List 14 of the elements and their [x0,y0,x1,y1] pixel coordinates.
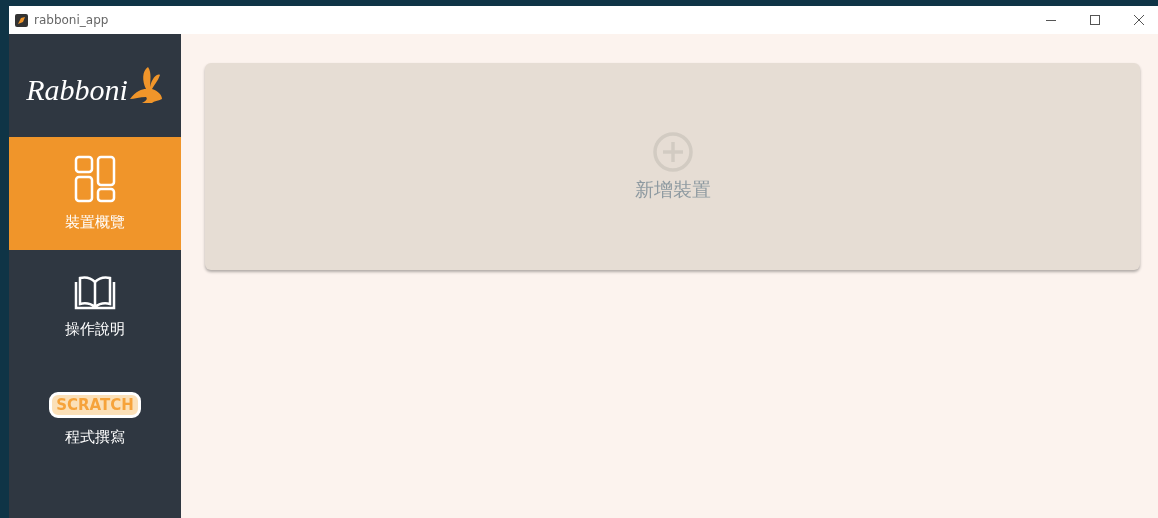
maximize-icon [1090,15,1100,25]
add-device-label: 新增裝置 [634,176,711,202]
scratch-logo: SCRATCH [49,392,141,418]
app-icon [15,13,28,27]
sidebar-item[interactable]: 操作說明 [9,250,181,363]
grid-icon [74,155,116,203]
book-icon [74,274,116,310]
close-icon [1134,15,1144,25]
sidebar-item[interactable]: SCRATCH 程式撰寫 [9,363,181,476]
sidebar-item-label: 操作說明 [65,320,125,339]
app-logo: Rabboni [26,64,164,107]
sidebar-item-label: 程式撰寫 [65,428,125,447]
sidebar-item-label: 裝置概覽 [65,213,125,232]
window-title: rabboni_app [34,13,110,27]
